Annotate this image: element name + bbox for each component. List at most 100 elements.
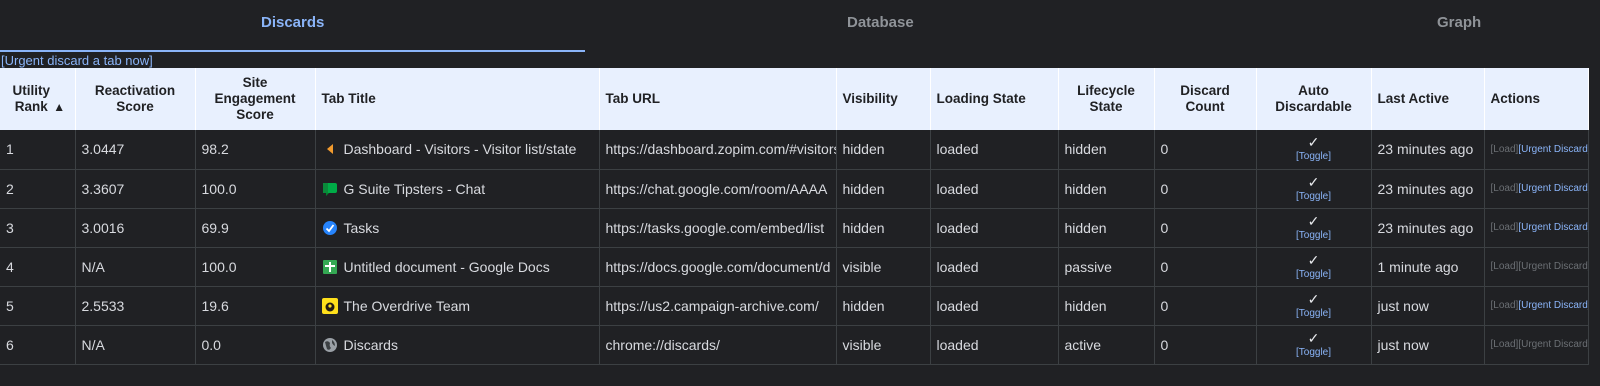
loading-state-cell: loaded: [930, 208, 1059, 248]
column-header-utility-rank[interactable]: Utility Rank ▲: [0, 68, 76, 130]
check-icon: ✓: [1307, 134, 1320, 151]
column-header-tab-title[interactable]: Tab Title: [315, 68, 600, 130]
discards-table: Utility Rank ▲ Reactivation Score Site En…: [0, 68, 1589, 365]
site-engagement-score-cell: 100.0: [195, 247, 316, 287]
tab-bar: Discards Database Graph: [0, 0, 1600, 52]
reactivation-score-cell: 3.0447: [75, 130, 196, 170]
actions-cell: [Load][Urgent Discard]: [1484, 169, 1589, 209]
column-header-visibility[interactable]: Visibility: [836, 68, 931, 130]
toggle-auto-discardable-link[interactable]: [Toggle]: [1263, 347, 1365, 359]
load-action-link: [Load]: [1490, 183, 1519, 194]
visibility-cell: visible: [836, 247, 931, 287]
google-chat-icon: [322, 182, 337, 196]
load-action-link: [Load]: [1490, 300, 1519, 311]
utility-rank-cell: 4: [0, 247, 76, 287]
toggle-auto-discardable-link[interactable]: [Toggle]: [1263, 308, 1365, 320]
tab-url-cell: https://us2.campaign-archive.com/: [599, 286, 837, 326]
tab-title-cell: Discards: [315, 325, 600, 365]
last-active-cell: 23 minutes ago: [1371, 208, 1485, 248]
auto-discardable-cell: ✓ [Toggle]: [1256, 169, 1372, 209]
loading-state-cell: loaded: [930, 286, 1059, 326]
last-active-cell: just now: [1371, 286, 1485, 326]
globe-icon: [322, 337, 337, 352]
column-header-lifecycle-state[interactable]: Lifecycle State: [1058, 68, 1155, 130]
visibility-cell: hidden: [836, 286, 931, 326]
tab-title-text: The Overdrive Team: [343, 297, 471, 314]
tab-title-text: Discards: [343, 336, 398, 353]
auto-discardable-cell: ✓ [Toggle]: [1256, 208, 1372, 248]
column-header-discard-count[interactable]: Discard Count: [1154, 68, 1257, 130]
lifecycle-state-cell: passive: [1058, 247, 1155, 287]
tab-title-text: Untitled document - Google Docs: [343, 258, 550, 275]
urgent-discard-action-link[interactable]: [Urgent Discard]: [1518, 183, 1587, 194]
urgent-discard-action-link: [Urgent Discard]: [1518, 261, 1588, 272]
site-engagement-score-cell: 98.2: [195, 130, 316, 170]
utility-rank-label: Utility Rank: [12, 83, 51, 114]
column-header-tab-url[interactable]: Tab URL: [599, 68, 837, 130]
lifecycle-state-cell: hidden: [1058, 130, 1155, 170]
last-active-cell: 1 minute ago: [1371, 247, 1485, 287]
lifecycle-state-cell: hidden: [1058, 286, 1155, 326]
auto-discardable-cell: ✓ [Toggle]: [1256, 247, 1372, 287]
reactivation-score-cell: 2.5533: [75, 286, 196, 326]
sort-ascending-icon: ▲: [53, 100, 66, 114]
discard-count-cell: 0: [1154, 169, 1257, 209]
load-action-link: [Load]: [1490, 222, 1519, 233]
utility-rank-cell: 5: [0, 286, 76, 326]
tab-url-cell: chrome://discards/: [599, 325, 837, 365]
tab-url-cell: https://docs.google.com/document/d: [599, 247, 837, 287]
check-icon: ✓: [1307, 290, 1320, 307]
load-action-link: [Load]: [1490, 143, 1519, 155]
active-tab-indicator: [0, 50, 585, 52]
tab-title-cell: The Overdrive Team: [315, 286, 600, 326]
table-row: 4 N/A 100.0 Untitled document - Google Docs…: [0, 247, 1589, 287]
google-tasks-icon: [321, 219, 338, 236]
toggle-auto-discardable-link[interactable]: [Toggle]: [1263, 269, 1365, 281]
discard-count-cell: 0: [1154, 325, 1257, 365]
tab-title-text: Dashboard - Visitors - Visitor list/stat…: [343, 141, 577, 158]
column-header-auto-discardable[interactable]: Auto Discardable: [1256, 68, 1372, 130]
table-row: 5 2.5533 19.6 The Overdrive Team https://us2…: [0, 286, 1589, 326]
column-header-site-engagement-score[interactable]: Site Engagement Score: [195, 68, 316, 130]
last-active-cell: 23 minutes ago: [1371, 169, 1485, 209]
google-docs-icon: [322, 259, 337, 274]
mailchimp-icon: [321, 297, 338, 314]
check-icon: ✓: [1307, 251, 1320, 268]
tab-discards[interactable]: Discards: [261, 14, 324, 31]
tab-title-cell: G Suite Tipsters - Chat: [315, 169, 600, 209]
actions-cell: [Load][Urgent Discard]: [1484, 247, 1589, 287]
reactivation-score-cell: 3.0016: [75, 208, 196, 248]
table-row: 1 3.0447 98.2 Dashboard - Visitors - Visito…: [0, 130, 1589, 170]
reactivation-score-cell: N/A: [75, 325, 196, 365]
site-engagement-label: Site Engagement Score: [214, 75, 296, 122]
actions-cell: [Load][Urgent Discard]: [1484, 286, 1589, 326]
tab-graph[interactable]: Graph: [1437, 14, 1481, 31]
site-engagement-score-cell: 100.0: [195, 169, 316, 209]
site-engagement-score-cell: 0.0: [195, 325, 316, 365]
zopim-icon: [326, 144, 333, 155]
column-header-reactivation-score[interactable]: Reactivation Score: [75, 68, 196, 130]
tab-database[interactable]: Database: [847, 14, 914, 31]
urgent-discard-action-link: [Urgent Discard]: [1518, 339, 1588, 350]
urgent-discard-action-link[interactable]: [Urgent Discard]: [1518, 144, 1587, 155]
discard-count-cell: 0: [1154, 286, 1257, 326]
tab-title-text: Tasks: [343, 219, 380, 236]
urgent-discard-action-link[interactable]: [Urgent Discard]: [1518, 222, 1587, 233]
toggle-auto-discardable-link[interactable]: [Toggle]: [1263, 230, 1365, 242]
urgent-discard-action-link[interactable]: [Urgent Discard]: [1518, 300, 1587, 311]
last-active-cell: 23 minutes ago: [1371, 130, 1485, 170]
auto-discardable-cell: ✓ [Toggle]: [1256, 130, 1372, 170]
loading-state-cell: loaded: [930, 169, 1059, 209]
discard-count-cell: 0: [1154, 208, 1257, 248]
utility-rank-cell: 3: [0, 208, 76, 248]
lifecycle-state-cell: active: [1058, 325, 1155, 365]
toggle-auto-discardable-link[interactable]: [Toggle]: [1263, 151, 1365, 163]
tab-title-text: G Suite Tipsters - Chat: [343, 180, 486, 197]
toggle-auto-discardable-link[interactable]: [Toggle]: [1263, 191, 1365, 203]
discard-count-cell: 0: [1154, 247, 1257, 287]
column-header-last-active[interactable]: Last Active: [1371, 68, 1485, 130]
reactivation-score-cell: N/A: [75, 247, 196, 287]
tab-url-cell: https://tasks.google.com/embed/list: [599, 208, 837, 248]
column-header-loading-state[interactable]: Loading State: [930, 68, 1059, 130]
urgent-discard-link[interactable]: [Urgent discard a tab now]: [1, 53, 153, 68]
